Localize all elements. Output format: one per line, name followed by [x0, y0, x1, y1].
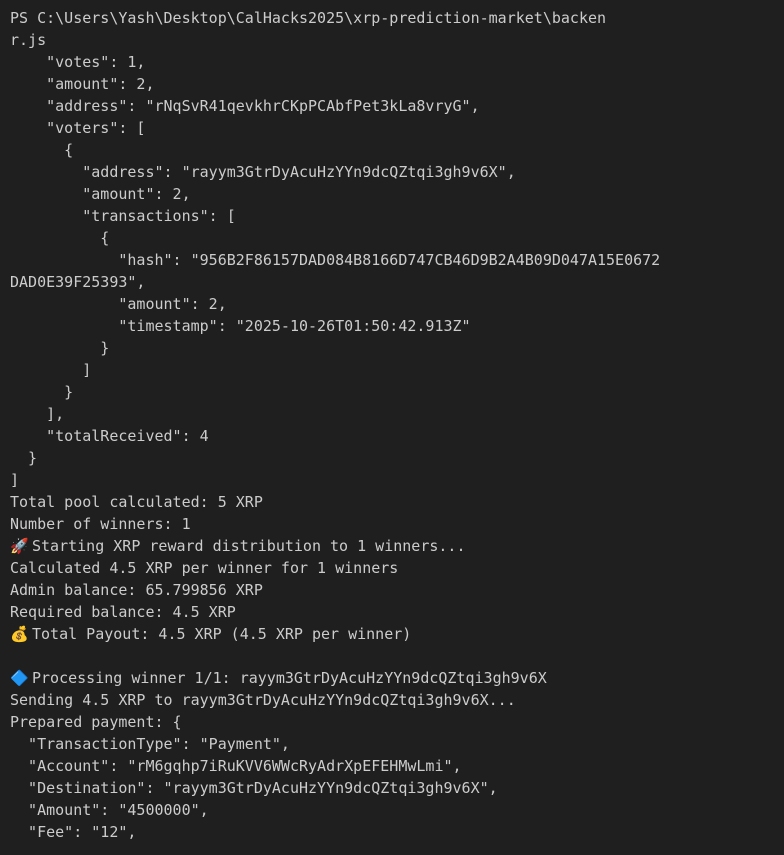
- output-line: ]: [10, 471, 20, 489]
- output-line: {: [10, 229, 110, 247]
- output-line: Prepared payment: {: [10, 713, 182, 731]
- output-line: Calculated 4.5 XRP per winner for 1 winn…: [10, 559, 399, 577]
- blue-diamond-icon: 🔷: [10, 669, 29, 687]
- output-line: Required balance: 4.5 XRP: [10, 603, 236, 621]
- output-line: "address": "rNqSvR41qevkhrCKpPCAbfPet3kL…: [10, 97, 480, 115]
- output-line: Admin balance: 65.799856 XRP: [10, 581, 263, 599]
- output-line: "Fee": "12",: [10, 823, 137, 841]
- output-line: Number of winners: 1: [10, 515, 191, 533]
- output-line: Total pool calculated: 5 XRP: [10, 493, 263, 511]
- output-line: "amount": 2,: [10, 75, 155, 93]
- output-text: Processing winner 1/1: rayym3GtrDyAcuHzY…: [32, 669, 547, 687]
- output-line: }: [10, 449, 38, 467]
- output-line: "Account": "rM6gqhp7iRuKVV6WWcRyAdrXpEFE…: [10, 757, 462, 775]
- output-line: "address": "rayym3GtrDyAcuHzYYn9dcQZtqi3…: [10, 163, 516, 181]
- output-line: "transactions": [: [10, 207, 236, 225]
- prompt-line-wrap: r.js: [10, 31, 47, 49]
- output-line: 🔷 Processing winner 1/1: rayym3GtrDyAcuHz…: [10, 667, 784, 689]
- output-line: "voters": [: [10, 119, 146, 137]
- money-bag-icon: 💰: [10, 625, 29, 643]
- output-line: "hash": "956B2F86157DAD084B8166D747CB46D…: [10, 251, 661, 269]
- terminal-output[interactable]: PS C:\Users\Yash\Desktop\CalHacks2025\xr…: [0, 0, 784, 855]
- output-line: 🚀 Starting XRP reward distribution to 1 w…: [10, 535, 784, 557]
- output-line: "TransactionType": "Payment",: [10, 735, 290, 753]
- output-text: Starting XRP reward distribution to 1 wi…: [32, 537, 466, 555]
- output-line: "timestamp": "2025-10-26T01:50:42.913Z": [10, 317, 471, 335]
- output-line: DAD0E39F25393",: [10, 273, 146, 291]
- output-line: Sending 4.5 XRP to rayym3GtrDyAcuHzYYn9d…: [10, 691, 516, 709]
- output-line: ]: [10, 361, 92, 379]
- rocket-icon: 🚀: [10, 537, 29, 555]
- output-line: "Amount": "4500000",: [10, 801, 209, 819]
- output-line: {: [10, 141, 74, 159]
- prompt-line: PS C:\Users\Yash\Desktop\CalHacks2025\xr…: [10, 9, 607, 27]
- output-line: }: [10, 339, 110, 357]
- output-line: ],: [10, 405, 65, 423]
- output-line: "amount": 2,: [10, 185, 191, 203]
- output-line: "votes": 1,: [10, 53, 146, 71]
- output-line: "amount": 2,: [10, 295, 227, 313]
- output-line: }: [10, 383, 74, 401]
- output-line: "totalReceived": 4: [10, 427, 209, 445]
- output-line: "Destination": "rayym3GtrDyAcuHzYYn9dcQZ…: [10, 779, 498, 797]
- output-text: Total Payout: 4.5 XRP (4.5 XRP per winne…: [32, 625, 412, 643]
- output-line: 💰 Total Payout: 4.5 XRP (4.5 XRP per winn…: [10, 623, 784, 645]
